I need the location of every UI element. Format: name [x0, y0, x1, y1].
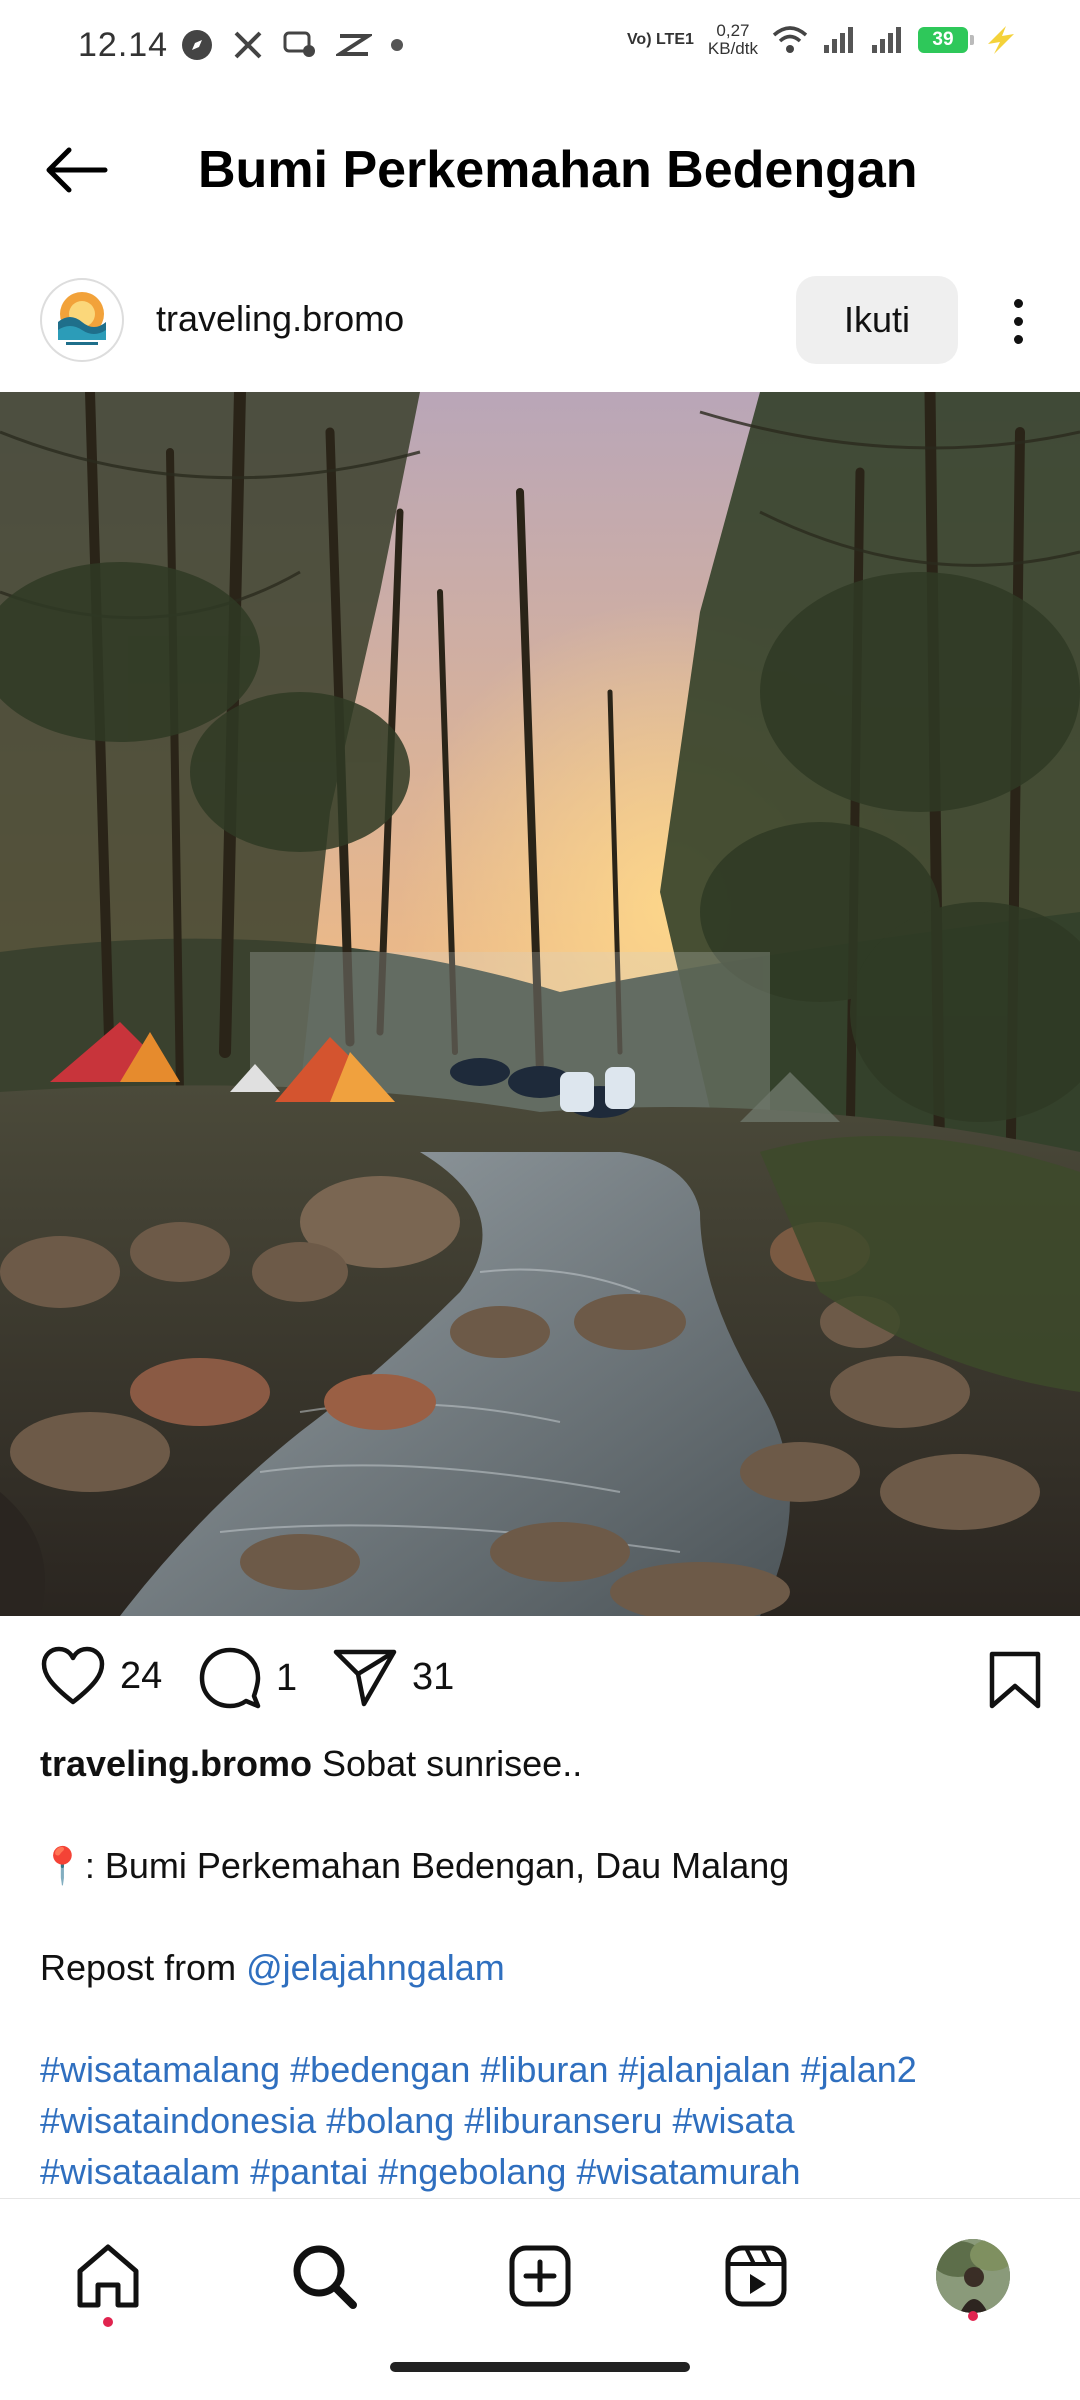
network-type: Vo) LTE1 [626, 31, 694, 48]
nav-search[interactable] [279, 2231, 369, 2321]
profile-notification-dot [968, 2311, 978, 2321]
more-dot [1013, 316, 1023, 326]
traveling-bromo-logo [48, 286, 116, 354]
like-button[interactable]: 24 [40, 1646, 162, 1706]
wifi-icon [772, 26, 808, 53]
caption-location: 📍: Bumi Perkemahan Bedengan, Dau Malang [40, 1840, 1050, 1891]
hashtag-line: #wisataindonesia #bolang #liburanseru #w… [40, 2095, 1050, 2146]
signal-icon-2 [872, 27, 901, 53]
hashtag-link[interactable]: #bedengan [290, 2049, 470, 2090]
hashtag-link[interactable]: #bolang [326, 2100, 454, 2141]
caption-username[interactable]: traveling.bromo [40, 1743, 312, 1784]
nav-create[interactable] [495, 2231, 585, 2321]
hashtag-link[interactable]: #wisataalam [40, 2151, 240, 2192]
network-speed-value: 0,27 [716, 21, 750, 40]
profile-photo [936, 2239, 1010, 2313]
post-caption: traveling.bromo Sobat sunrisee.. 📍: Bumi… [40, 1738, 1050, 2197]
page-title: Bumi Perkemahan Bedengan [198, 141, 918, 199]
hashtag-link[interactable]: #wisataindonesia [40, 2100, 316, 2141]
hashtag-line: #wisataalam #pantai #ngebolang #wisatamu… [40, 2146, 1050, 2197]
comment-count: 1 [276, 1656, 298, 1699]
nav-profile[interactable] [928, 2231, 1018, 2321]
more-options-button[interactable] [995, 286, 1041, 356]
arrow-left-icon [46, 147, 108, 193]
status-left-icons [180, 28, 404, 62]
location-pin-icon: 📍 [40, 1845, 85, 1886]
heart-icon [41, 1646, 105, 1705]
reels-icon [725, 2245, 787, 2307]
paper-plane-icon [333, 1649, 397, 1707]
battery-level: 39 [932, 29, 954, 50]
post-header: traveling.bromo Ikuti [0, 262, 1080, 392]
battery-indicator: 39 [918, 27, 974, 53]
comment-button[interactable]: 1 [198, 1646, 297, 1710]
charging-icon [988, 26, 1014, 54]
status-bar: 12.14 Vo) LTE1 0,27 KB/dtk 39 [0, 0, 1080, 96]
capcut-icon [336, 34, 372, 56]
search-icon [293, 2245, 357, 2309]
plus-square-icon [509, 2245, 571, 2307]
home-indicator [390, 2362, 690, 2372]
hashtag-link[interactable]: #pantai [250, 2151, 368, 2192]
hashtag-link[interactable]: #wisata [673, 2100, 795, 2141]
save-button[interactable] [988, 1650, 1042, 1715]
hashtag-line: #wisatamalang #bedengan #liburan #jalanj… [40, 2044, 1050, 2095]
profile-avatar [936, 2239, 1010, 2313]
bookmark-icon [989, 1651, 1041, 1709]
status-time: 12.14 [78, 26, 169, 64]
home-icon [77, 2244, 139, 2308]
caption-text: Sobat sunrisee.. [312, 1743, 583, 1784]
post-actions: 24 1 31 [0, 1616, 1080, 1746]
nav-home[interactable] [63, 2231, 153, 2321]
hashtag-link[interactable]: #liburan [480, 2049, 608, 2090]
compass-icon [182, 30, 212, 60]
hashtag-link[interactable]: #jalanjalan [618, 2049, 790, 2090]
more-dot [1013, 334, 1023, 344]
location-text: : Bumi Perkemahan Bedengan, Dau Malang [84, 1845, 790, 1886]
signal-icon [824, 27, 853, 53]
post-author-avatar[interactable] [40, 278, 124, 362]
repost-handle-link[interactable]: @jelajahngalam [246, 1947, 505, 1988]
caption-first-line: traveling.bromo Sobat sunrisee.. [40, 1738, 1050, 1789]
campsite-photo [0, 392, 1080, 1616]
x-logo-icon [234, 31, 262, 59]
hashtag-link[interactable]: #liburanseru [464, 2100, 662, 2141]
chat-icon [283, 31, 315, 57]
hashtag-link[interactable]: #ngebolang [378, 2151, 566, 2192]
like-count: 24 [120, 1654, 163, 1697]
repost-prefix: Repost from [40, 1947, 247, 1988]
follow-button[interactable]: Ikuti [796, 276, 958, 364]
hashtag-link[interactable]: #wisatamalang [40, 2049, 280, 2090]
home-notification-dot [103, 2317, 113, 2327]
post-photo[interactable] [0, 392, 1080, 1616]
hashtag-link[interactable]: #jalan2 [801, 2049, 917, 2090]
share-button[interactable]: 31 [332, 1646, 454, 1708]
comment-bubble-icon [199, 1647, 261, 1709]
back-button[interactable] [36, 140, 116, 200]
network-speed-unit: KB/dtk [707, 39, 758, 58]
status-right-icons: Vo) LTE1 0,27 KB/dtk 39 [627, 22, 1020, 58]
more-dot [1013, 298, 1023, 308]
caption-repost: Repost from @jelajahngalam [40, 1942, 1050, 1993]
more-notifications-icon [391, 39, 403, 51]
app-header: Bumi Perkemahan Bedengan [0, 110, 1080, 230]
network-speed: 0,27 KB/dtk [708, 22, 758, 58]
post-username[interactable]: traveling.bromo [156, 298, 404, 340]
nav-reels[interactable] [711, 2231, 801, 2321]
hashtag-link[interactable]: #wisatamurah [576, 2151, 800, 2192]
share-count: 31 [412, 1655, 455, 1698]
